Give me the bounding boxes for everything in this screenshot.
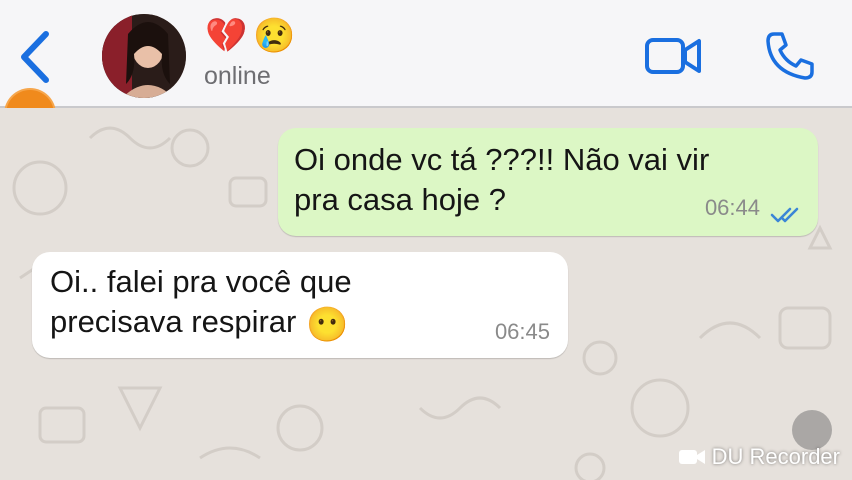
message-bubble-incoming[interactable]: Oi.. falei pra você que precisava respir… [32, 252, 568, 358]
broken-heart-emoji: 💔 [205, 17, 248, 55]
contact-status: online [204, 62, 271, 90]
message-text-container: Oi.. falei pra você que precisava respir… [50, 262, 352, 345]
message-time: 06:44 [704, 195, 760, 220]
double-check-icon [770, 207, 799, 223]
chat-header: 💔 😢 online [0, 0, 852, 108]
back-chevron-icon[interactable] [14, 28, 58, 86]
message-time: 06:45 [494, 319, 550, 344]
camera-icon [678, 450, 705, 464]
avatar-portrait-icon [102, 14, 186, 98]
message-text: Oi onde vc tá ???!! Não vai vir pra casa… [294, 142, 710, 217]
video-call-icon[interactable] [644, 36, 702, 76]
crying-face-emoji: 😢 [253, 17, 296, 55]
watermark-text: DU Recorder [711, 444, 840, 469]
contact-name-emojis: 💔 😢 [205, 14, 296, 58]
message-bubble-outgoing[interactable]: Oi onde vc tá ???!! Não vai vir pra casa… [278, 128, 818, 236]
du-recorder-watermark: DU Recorder [678, 444, 840, 470]
phone-icon[interactable] [764, 30, 816, 82]
contact-avatar[interactable] [102, 14, 186, 98]
no-mouth-face-emoji: 😶 [306, 306, 349, 344]
